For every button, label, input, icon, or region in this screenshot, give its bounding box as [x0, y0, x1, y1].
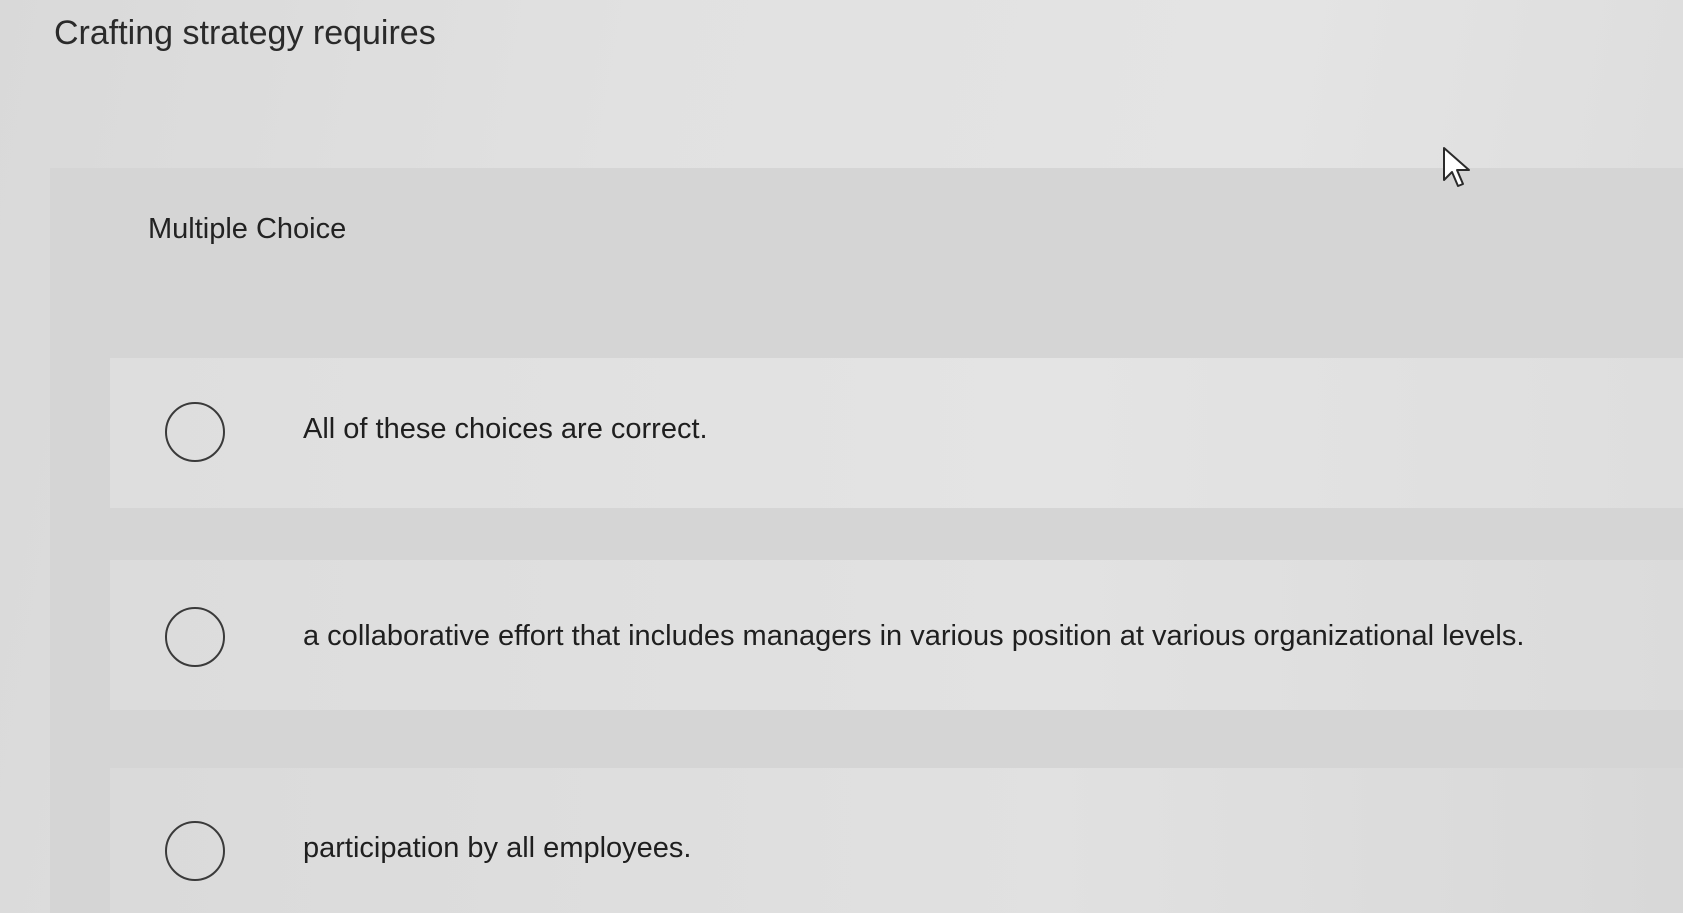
radio-unselected-icon[interactable]	[165, 402, 225, 462]
choice-option-1[interactable]: All of these choices are correct.	[110, 358, 1683, 508]
question-type-label: Multiple Choice	[148, 213, 347, 245]
choice-label-3: participation by all employees.	[303, 832, 692, 864]
choice-option-3[interactable]: participation by all employees.	[110, 768, 1683, 913]
mouse-pointer-icon	[1443, 147, 1470, 187]
radio-unselected-icon[interactable]	[165, 821, 225, 881]
choice-option-2[interactable]: a collaborative effort that includes man…	[110, 560, 1683, 710]
question-panel: Multiple Choice All of these choices are…	[50, 168, 1683, 913]
radio-unselected-icon[interactable]	[165, 607, 225, 667]
choice-label-1: All of these choices are correct.	[303, 413, 708, 445]
choice-label-2: a collaborative effort that includes man…	[303, 620, 1525, 652]
question-prompt: Crafting strategy requires	[54, 14, 436, 52]
